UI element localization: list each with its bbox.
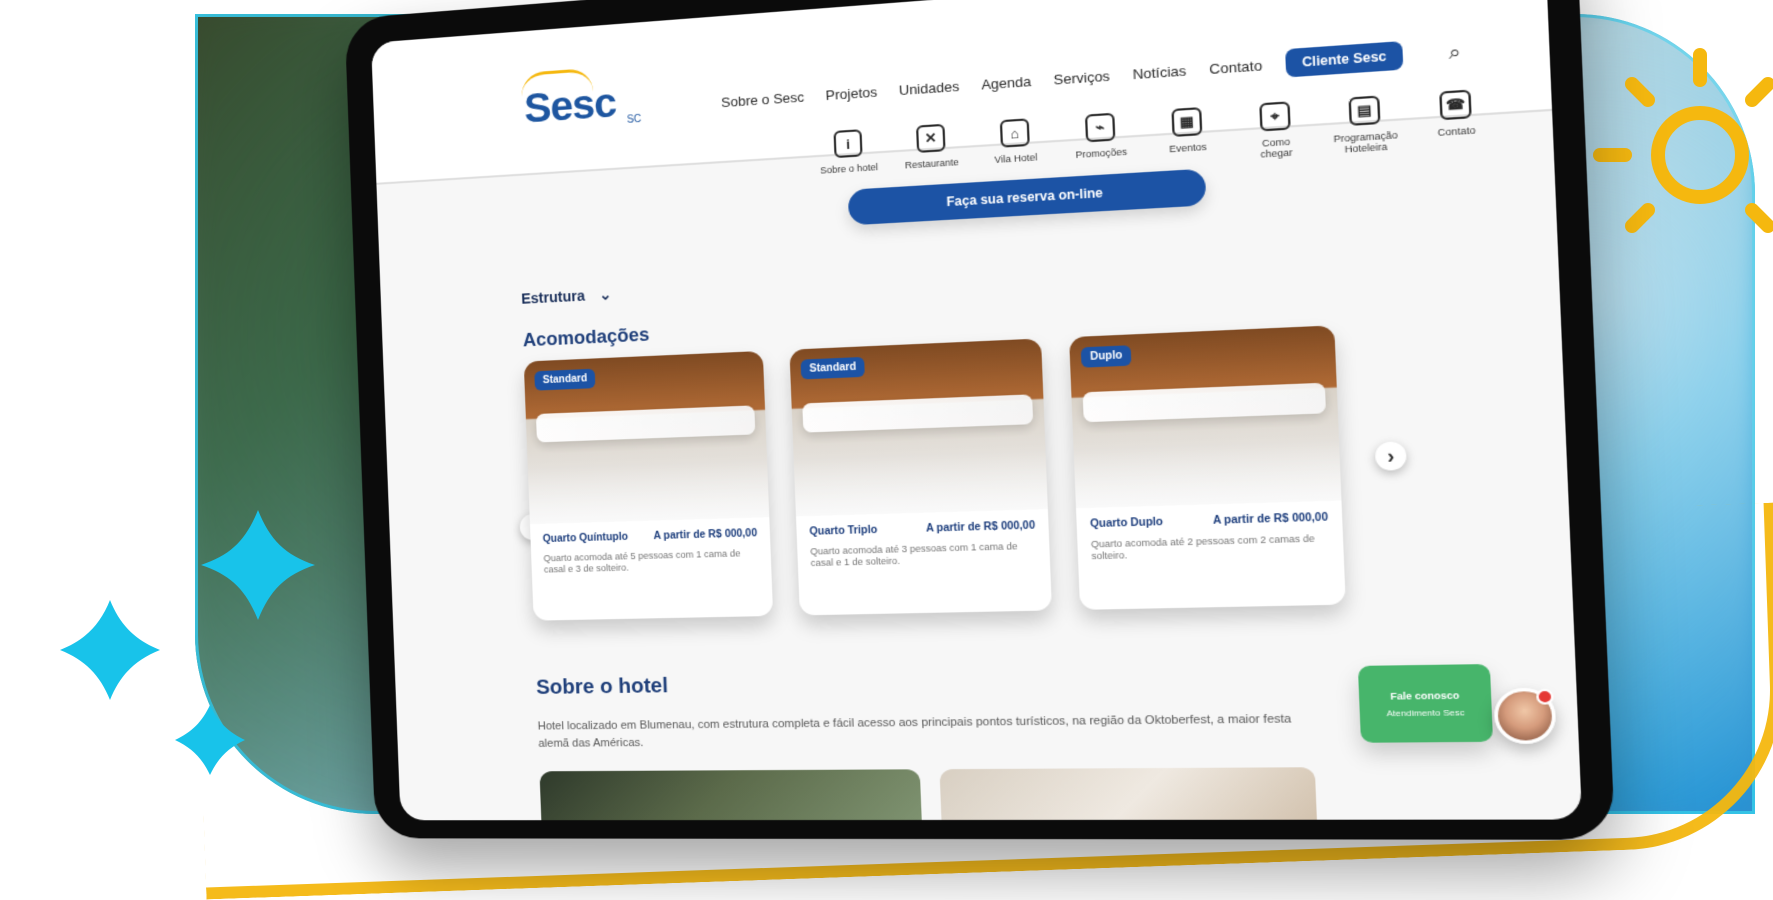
site-logo[interactable]: Sesc SC — [520, 67, 642, 133]
subnav-label: Como chegar — [1260, 136, 1293, 160]
room-description: Quarto acomoda até 3 pessoas com 1 cama … — [810, 540, 1018, 569]
room-tag: Standard — [534, 368, 596, 391]
menu-item-contato[interactable]: Contato — [1209, 57, 1263, 77]
room-description: Quarto acomoda até 2 pessoas com 2 camas… — [1090, 533, 1316, 562]
subnav-item-contato[interactable]: ☎ Contato — [1422, 88, 1489, 139]
room-title: Quarto Quíntuplo — [542, 531, 629, 546]
subnav-item-restaurante[interactable]: ✕ Restaurante — [901, 123, 962, 171]
map-pin-icon: ⌖ — [1259, 101, 1291, 132]
logo-swoosh — [520, 67, 594, 97]
subnav-label: Vila Hotel — [994, 151, 1038, 166]
room-title-row: Quarto Duplo A partir de R$ 000,00 — [1090, 512, 1328, 530]
menu-item-servicos[interactable]: Serviços — [1053, 67, 1110, 87]
room-title: Quarto Triplo — [809, 524, 878, 538]
subnav-item-vila-hotel[interactable]: ⌂ Vila Hotel — [984, 117, 1046, 165]
room-tag: Duplo — [1080, 345, 1132, 368]
hotel-photo — [539, 769, 925, 821]
calendar-icon: ▤ — [1348, 95, 1381, 126]
subnav-label: Contato — [1437, 124, 1476, 139]
tag-icon: ⌁ — [1084, 112, 1116, 143]
subnav-item-promocoes[interactable]: ⌁ Promoções — [1069, 112, 1132, 161]
chevron-down-icon: ⌄ — [598, 285, 612, 303]
room-photo: Standard — [789, 338, 1048, 517]
room-price: A partir de R$ 000,00 — [653, 527, 758, 543]
cliente-sesc-button[interactable]: Cliente Sesc — [1284, 41, 1404, 78]
carousel-next-button[interactable]: › — [1374, 441, 1407, 471]
subnav-item-como-chegar[interactable]: ⌖ Como chegar — [1243, 100, 1308, 161]
main-content: Estrutura ⌄ Acomodações ‹ › Standard Qua… — [519, 241, 1475, 821]
menu-item-unidades[interactable]: Unidades — [899, 78, 960, 98]
info-icon: i — [833, 129, 863, 159]
subnav-label: Sobre o hotel — [819, 161, 879, 176]
subnav-item-sobre-o-hotel[interactable]: i Sobre o hotel — [818, 128, 878, 176]
chat-title: Fale conosco — [1390, 689, 1460, 702]
room-card[interactable]: Standard Quarto Quíntuplo A partir de R$… — [523, 350, 774, 621]
menu-item-agenda[interactable]: Agenda — [981, 73, 1032, 92]
laptop-screen: Sesc SC Sobre o Sesc Projetos Unidades A… — [371, 0, 1583, 821]
room-title-row: Quarto Triplo A partir de R$ 000,00 — [809, 520, 1035, 538]
sparkle-icon — [60, 600, 160, 700]
room-tag: Standard — [800, 356, 866, 380]
subnav-label: Programação Hoteleira — [1333, 129, 1398, 155]
chat-widget[interactable]: Fale conosco Atendimento Sesc — [1357, 664, 1494, 743]
cutlery-icon: ✕ — [915, 123, 946, 153]
room-card[interactable]: Duplo Quarto Duplo A partir de R$ 000,00… — [1069, 325, 1346, 610]
laptop: Sesc SC Sobre o Sesc Projetos Unidades A… — [344, 0, 1616, 840]
hotel-photo — [939, 767, 1321, 821]
room-photo: Standard — [523, 350, 770, 525]
breadcrumb-label: Estrutura — [520, 287, 586, 307]
subnav-label: Eventos — [1169, 141, 1207, 155]
room-title: Quarto Duplo — [1089, 516, 1164, 531]
room-price: A partir de R$ 000,00 — [925, 520, 1036, 535]
menu-item-sobre-o-sesc[interactable]: Sobre o Sesc — [721, 89, 805, 110]
accommodations-carousel: ‹ › Standard Quarto Quíntuplo A partir d… — [519, 323, 1407, 626]
subnav-label: Promoções — [1075, 146, 1128, 161]
room-description: Quarto acomoda até 5 pessoas com 1 cama … — [543, 548, 741, 575]
subnav-item-eventos[interactable]: ▦ Eventos — [1155, 106, 1219, 155]
notification-dot — [1535, 688, 1554, 705]
calendar-icon: ▦ — [1171, 107, 1203, 138]
room-info: Quarto Duplo A partir de R$ 000,00 Quart… — [1076, 501, 1344, 575]
room-card[interactable]: Standard Quarto Triplo A partir de R$ 00… — [789, 338, 1052, 616]
phone-icon: ☎ — [1439, 89, 1472, 121]
room-info: Quarto Quíntuplo A partir de R$ 000,00 Q… — [530, 517, 772, 586]
about-hotel-text: Hotel localizado em Blumenau, com estrut… — [537, 712, 1292, 750]
home-icon: ⌂ — [999, 118, 1030, 148]
menu-item-projetos[interactable]: Projetos — [825, 83, 877, 102]
search-icon[interactable]: ⌕ — [1448, 40, 1461, 64]
room-title-row: Quarto Quíntuplo A partir de R$ 000,00 — [543, 528, 758, 545]
subnav-item-programacao-hoteleira[interactable]: ▤ Programação Hoteleira — [1332, 94, 1398, 155]
menu-item-noticias[interactable]: Notícias — [1132, 62, 1186, 82]
subnav-label: Restaurante — [904, 156, 959, 171]
room-photo: Duplo — [1069, 325, 1342, 509]
logo-sub: SC — [626, 113, 642, 126]
about-hotel-thumbs — [539, 766, 1551, 821]
chat-subtitle: Atendimento Sesc — [1386, 707, 1465, 718]
room-price: A partir de R$ 000,00 — [1212, 511, 1329, 528]
room-info: Quarto Triplo A partir de R$ 000,00 Quar… — [796, 509, 1051, 580]
